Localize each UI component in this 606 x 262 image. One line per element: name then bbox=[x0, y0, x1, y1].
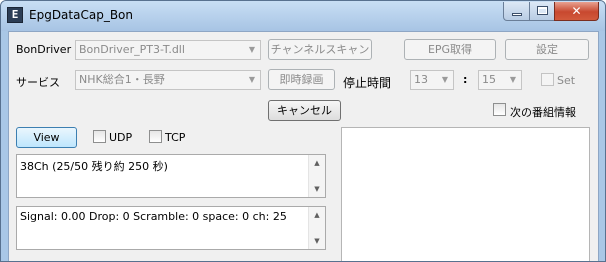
next-program-label: 次の番組情報 bbox=[510, 106, 576, 119]
service-select[interactable]: NHK総合1・長野 ▼ bbox=[75, 70, 261, 90]
udp-checkbox[interactable] bbox=[93, 130, 106, 143]
app-window: E EpgDataCap_Bon ✕ BonDriver BonDriver_P… bbox=[0, 0, 606, 262]
maximize-button[interactable] bbox=[529, 2, 555, 21]
service-label: サービス bbox=[16, 76, 60, 89]
time-separator: : bbox=[463, 73, 468, 86]
scroll-up-icon[interactable]: ▲ bbox=[309, 155, 325, 171]
view-button[interactable]: View bbox=[16, 127, 77, 148]
chevron-down-icon: ▼ bbox=[509, 75, 517, 84]
signal-textbox[interactable]: Signal: 0.00 Drop: 0 Scramble: 0 space: … bbox=[16, 206, 326, 250]
main-panel: BonDriver BonDriver_PT3-T.dll ▼ チャンネルスキャ… bbox=[8, 31, 599, 261]
bondriver-label: BonDriver bbox=[16, 43, 72, 56]
set-label: Set bbox=[557, 74, 576, 87]
signal-text: Signal: 0.00 Drop: 0 Scramble: 0 space: … bbox=[20, 210, 287, 223]
status-textbox[interactable]: 38Ch (25/50 残り約 250 秒) ▲ ▼ bbox=[16, 154, 326, 198]
stop-time-label: 停止時間 bbox=[343, 76, 392, 90]
program-info-panel[interactable] bbox=[341, 127, 590, 261]
tcp-checkbox[interactable] bbox=[149, 130, 162, 143]
set-checkbox[interactable] bbox=[541, 73, 554, 86]
stop-minute-select[interactable]: 15 ▼ bbox=[478, 70, 522, 90]
close-icon: ✕ bbox=[571, 4, 582, 18]
channel-scan-button[interactable]: チャンネルスキャン bbox=[268, 39, 372, 60]
bondriver-select-value: BonDriver_PT3-T.dll bbox=[79, 43, 185, 56]
window-title: EpgDataCap_Bon bbox=[29, 8, 133, 22]
bondriver-select[interactable]: BonDriver_PT3-T.dll ▼ bbox=[75, 40, 261, 60]
stop-minute-value: 15 bbox=[482, 73, 496, 86]
status-text: 38Ch (25/50 残り約 250 秒) bbox=[20, 160, 168, 173]
minimize-icon bbox=[512, 13, 522, 16]
minimize-button[interactable] bbox=[503, 2, 530, 21]
epg-fetch-button[interactable]: EPG取得 bbox=[404, 39, 496, 60]
chevron-down-icon: ▼ bbox=[441, 75, 449, 84]
stop-hour-select[interactable]: 13 ▼ bbox=[410, 70, 454, 90]
chevron-down-icon: ▼ bbox=[248, 45, 256, 54]
scroll-down-icon[interactable]: ▼ bbox=[309, 181, 325, 197]
stop-hour-value: 13 bbox=[414, 73, 428, 86]
cancel-button[interactable]: キャンセル bbox=[268, 100, 341, 121]
tcp-label: TCP bbox=[165, 131, 186, 144]
scroll-up-icon[interactable]: ▲ bbox=[309, 207, 325, 223]
status-scrollbar[interactable]: ▲ ▼ bbox=[308, 155, 325, 197]
next-program-checkbox[interactable] bbox=[493, 103, 506, 116]
signal-scrollbar[interactable]: ▲ ▼ bbox=[308, 207, 325, 249]
service-select-value: NHK総合1・長野 bbox=[79, 73, 165, 86]
close-button[interactable]: ✕ bbox=[554, 2, 599, 21]
title-bar[interactable]: E EpgDataCap_Bon ✕ bbox=[1, 1, 605, 31]
app-icon[interactable]: E bbox=[7, 7, 23, 23]
instant-record-button[interactable]: 即時録画 bbox=[268, 69, 335, 90]
scroll-down-icon[interactable]: ▼ bbox=[309, 233, 325, 249]
settings-button[interactable]: 設定 bbox=[505, 39, 589, 60]
udp-label: UDP bbox=[109, 131, 133, 144]
maximize-icon bbox=[537, 6, 548, 15]
chevron-down-icon: ▼ bbox=[248, 75, 256, 84]
